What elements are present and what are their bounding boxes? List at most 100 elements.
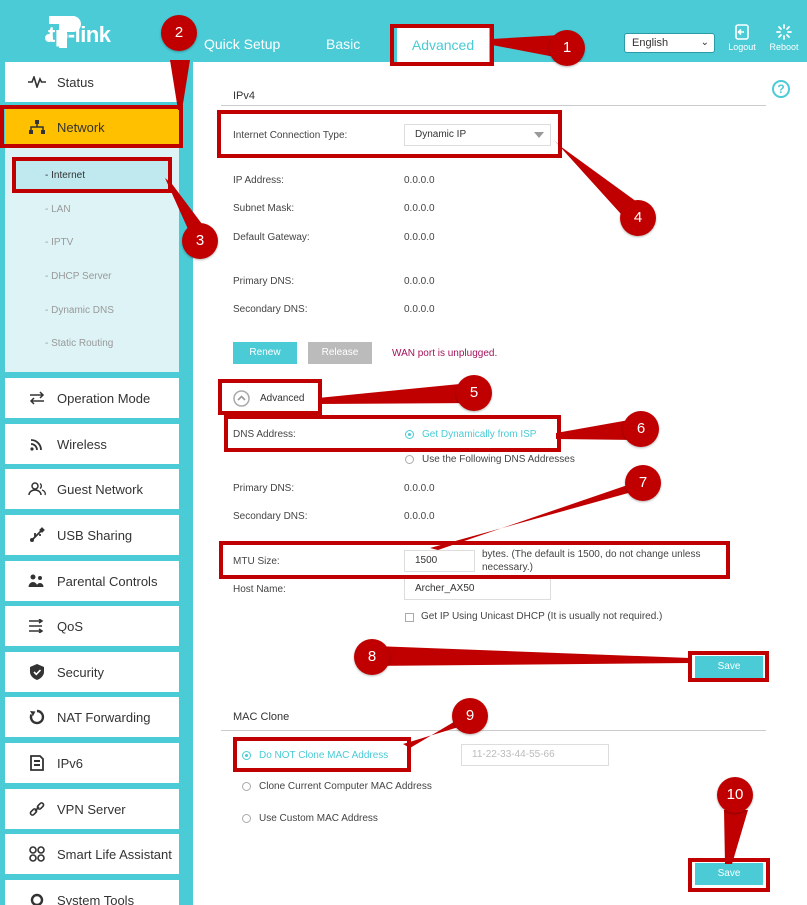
sidebar-item-label: IPv6: [57, 755, 84, 771]
wifi-icon: [27, 434, 47, 454]
submenu-item-dhcp-server[interactable]: - DHCP Server: [45, 271, 112, 282]
section-title-ipv4: IPv4: [233, 90, 256, 102]
host-name-input[interactable]: Archer_AX50: [404, 578, 551, 600]
secondary-dns-label: Secondary DNS:: [233, 304, 308, 315]
annotation-badge: 7: [625, 465, 661, 501]
sidebar-item-label: Smart Life Assistant: [57, 846, 172, 862]
sidebar-item-parental-controls[interactable]: Parental Controls: [5, 561, 179, 601]
sidebar-item-label: Parental Controls: [57, 573, 158, 589]
annotation-box: [219, 541, 730, 579]
sidebar-item-label: QoS: [57, 618, 84, 634]
renew-button[interactable]: Renew: [233, 342, 297, 364]
language-value: English: [632, 37, 669, 49]
divider: [221, 105, 766, 106]
sidebar-item-guest-network[interactable]: Guest Network: [5, 469, 179, 509]
annotation-box: [0, 105, 183, 148]
guest-users-icon: [27, 479, 47, 499]
logout-label: Logout: [728, 42, 756, 52]
sidebar-item-usb-sharing[interactable]: USB Sharing: [5, 515, 179, 555]
default-gateway-label: Default Gateway:: [233, 232, 310, 243]
sidebar-item-system-tools[interactable]: System Tools: [5, 880, 179, 905]
annotation-box: [390, 24, 494, 66]
annotation-box: [218, 379, 322, 415]
wan-warning-text: WAN port is unplugged.: [392, 348, 498, 359]
submenu-item-dynamic-dns[interactable]: - Dynamic DNS: [45, 305, 114, 316]
sidebar-item-wireless[interactable]: Wireless: [5, 424, 179, 464]
sidebar-item-label: USB Sharing: [57, 527, 133, 543]
chevron-down-icon: ⌄: [700, 37, 709, 48]
unicast-dhcp-label[interactable]: Get IP Using Unicast DHCP (It is usually…: [421, 611, 662, 622]
sidebar-item-label: Operation Mode: [57, 390, 151, 406]
logo-text: tp-link: [48, 22, 111, 47]
reboot-label: Reboot: [769, 42, 799, 52]
sidebar-item-label: Security: [57, 664, 104, 680]
adv-primary-dns-label: Primary DNS:: [233, 483, 295, 494]
sidebar-item-smart-life-assistant[interactable]: Smart Life Assistant: [5, 834, 179, 874]
nat-icon: [27, 707, 47, 727]
help-icon[interactable]: ?: [772, 80, 790, 98]
reboot-button[interactable]: Reboot: [766, 24, 802, 52]
smart-life-icon: [27, 844, 47, 864]
subnet-mask-label: Subnet Mask:: [233, 203, 295, 214]
submenu-item-lan[interactable]: - LAN: [45, 204, 71, 215]
sidebar-item-nat-forwarding[interactable]: NAT Forwarding: [5, 697, 179, 737]
adv-secondary-dns-label: Secondary DNS:: [233, 511, 308, 522]
annotation-box: [688, 651, 769, 682]
annotation-box: [233, 737, 411, 772]
logout-button[interactable]: Logout: [724, 24, 760, 52]
submenu-item-iptv[interactable]: - IPTV: [45, 237, 73, 248]
sidebar-item-label: NAT Forwarding: [57, 709, 151, 725]
vpn-icon: [27, 799, 47, 819]
sidebar-item-ipv6[interactable]: IPv6: [5, 743, 179, 783]
section-title-mac-clone: MAC Clone: [233, 711, 290, 723]
tools-icon: [27, 890, 47, 905]
mac-address-input[interactable]: 11-22-33-44-55-66: [461, 744, 609, 766]
shield-icon: [27, 662, 47, 682]
sidebar-item-status[interactable]: Status: [5, 62, 179, 102]
mac-clone-custom-radio[interactable]: [242, 814, 251, 823]
nav-quick-setup[interactable]: Quick Setup: [204, 36, 280, 52]
dns-manual-label[interactable]: Use the Following DNS Addresses: [422, 454, 575, 465]
primary-dns-value: 0.0.0.0: [404, 276, 435, 287]
language-select[interactable]: English ⌄: [624, 33, 715, 53]
sidebar-item-label: Status: [57, 74, 94, 90]
ipv6-icon: [27, 753, 47, 773]
sidebar-item-qos[interactable]: QoS: [5, 606, 179, 646]
ip-address-label: IP Address:: [233, 175, 284, 186]
ip-address-value: 0.0.0.0: [404, 175, 435, 186]
mac-clone-current-label[interactable]: Clone Current Computer MAC Address: [259, 781, 432, 792]
annotation-badge: 2: [161, 15, 197, 51]
adv-secondary-dns-value: 0.0.0.0: [404, 511, 435, 522]
annotation-box: [688, 858, 770, 892]
sidebar-item-label: System Tools: [57, 892, 135, 905]
annotation-badge: 5: [456, 375, 492, 411]
sidebar-item-security[interactable]: Security: [5, 652, 179, 692]
default-gateway-value: 0.0.0.0: [404, 232, 435, 243]
secondary-dns-value: 0.0.0.0: [404, 304, 435, 315]
release-button[interactable]: Release: [308, 342, 372, 364]
annotation-badge: 3: [182, 223, 218, 259]
submenu-item-static-routing[interactable]: - Static Routing: [45, 338, 113, 349]
mac-clone-custom-label[interactable]: Use Custom MAC Address: [259, 813, 378, 824]
unicast-dhcp-checkbox[interactable]: [405, 613, 414, 622]
sidebar-item-label: Guest Network: [57, 481, 143, 497]
sidebar-item-operation-mode[interactable]: Operation Mode: [5, 378, 179, 418]
mac-clone-current-radio[interactable]: [242, 782, 251, 791]
sidebar-item-label: VPN Server: [57, 801, 126, 817]
annotation-box: [224, 415, 561, 452]
switch-arrows-icon: [27, 388, 47, 408]
dns-manual-radio[interactable]: [405, 455, 414, 464]
logout-icon: [735, 24, 749, 40]
annotation-badge: 8: [354, 639, 390, 675]
sidebar-item-vpn-server[interactable]: VPN Server: [5, 789, 179, 829]
host-name-label: Host Name:: [233, 584, 286, 595]
annotation-badge: 1: [549, 30, 585, 66]
nav-basic[interactable]: Basic: [326, 36, 360, 52]
annotation-badge: 6: [623, 411, 659, 447]
annotation-box: [217, 110, 562, 158]
pulse-icon: [27, 72, 47, 92]
qos-icon: [27, 616, 47, 636]
sidebar-item-label: Wireless: [57, 436, 107, 452]
annotation-badge: 10: [717, 777, 753, 813]
annotation-box: [12, 157, 172, 193]
